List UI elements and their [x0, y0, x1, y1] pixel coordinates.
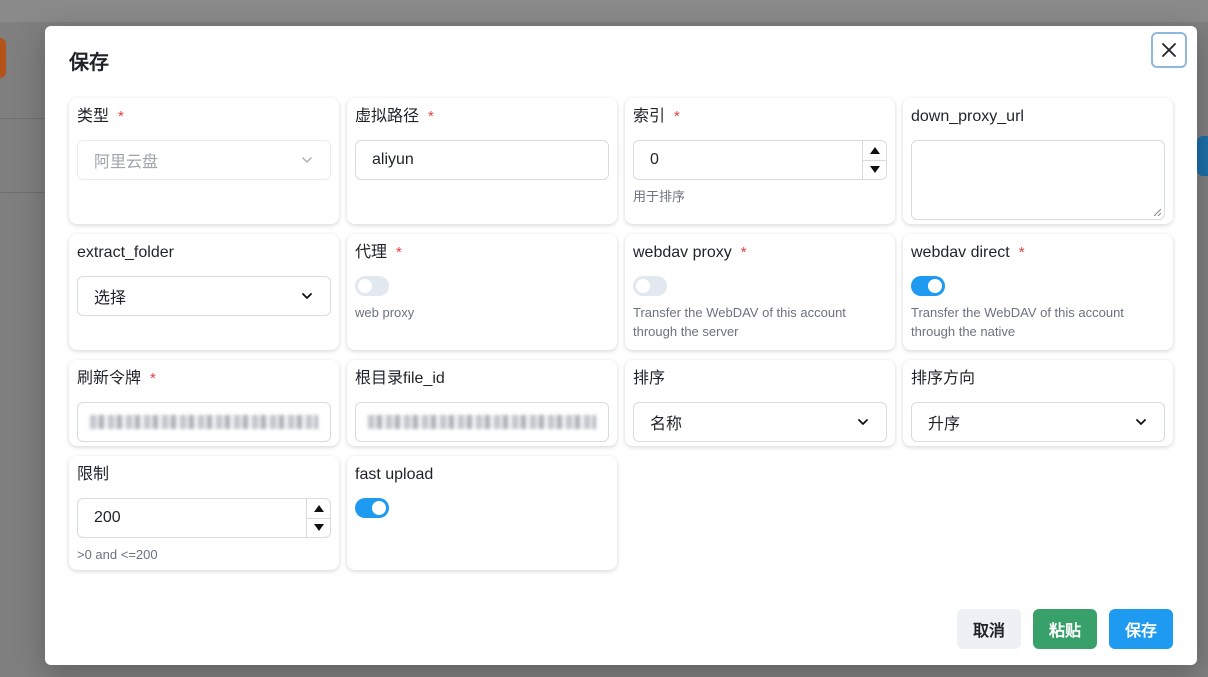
field-label: webdav proxy: [633, 244, 732, 261]
close-button[interactable]: [1151, 32, 1187, 68]
limit-number-input[interactable]: 200: [77, 498, 331, 538]
limit-stepper: [306, 499, 330, 537]
field-order-direction: 排序方向 升序: [903, 360, 1173, 446]
form-grid-row-3: 刷新令牌 * 根目录file_id 排序 名称 排序方向 升序: [69, 360, 1173, 446]
mount-path-value: aliyun: [372, 151, 414, 168]
caret-down-icon: [313, 524, 324, 532]
background-divider: [0, 118, 45, 119]
cancel-button[interactable]: 取消: [957, 609, 1021, 649]
order-by-select[interactable]: 名称: [633, 402, 887, 442]
field-label: 类型: [77, 108, 110, 125]
order-direction-select[interactable]: 升序: [911, 402, 1165, 442]
mount-path-input[interactable]: aliyun: [355, 140, 609, 180]
field-refresh-token: 刷新令牌 *: [69, 360, 339, 446]
resize-handle-icon[interactable]: [1153, 208, 1161, 216]
chevron-down-icon: [858, 419, 868, 425]
field-help: web proxy: [355, 305, 415, 320]
type-value: 阿里云盘: [94, 154, 159, 171]
form-grid-row-4: 限制 200 >0 and <=200 fast upload: [69, 456, 1173, 570]
field-root-folder-id: 根目录file_id: [347, 360, 617, 446]
caret-up-icon: [313, 504, 324, 512]
field-label: 排序方向: [911, 370, 976, 387]
index-value: 0: [650, 151, 659, 168]
field-label: webdav direct: [911, 244, 1010, 261]
background-orange-tab: [0, 38, 6, 78]
required-mark: *: [1018, 244, 1025, 261]
extract-folder-value: 选择: [94, 290, 127, 307]
index-number-input[interactable]: 0: [633, 140, 887, 180]
proxy-toggle[interactable]: [355, 276, 389, 296]
form-grid: 类型 * 阿里云盘 虚拟路径 * aliyun 索引 * 0 用于排序 down…: [69, 98, 1173, 224]
type-select: 阿里云盘: [77, 140, 331, 180]
field-webdav-proxy: webdav proxy * Transfer the WebDAV of thi…: [625, 234, 895, 350]
field-label: 根目录file_id: [355, 370, 445, 387]
order-by-value: 名称: [650, 416, 683, 433]
field-label: down_proxy_url: [911, 108, 1024, 125]
save-dialog: 保存 类型 * 阿里云盘 虚拟路径 * aliyun 索引 * 0 用于排序 d…: [45, 26, 1197, 665]
required-mark: *: [740, 244, 747, 261]
chevron-down-icon: [302, 293, 312, 299]
decrement-button[interactable]: [307, 519, 330, 538]
field-mount-path: 虚拟路径 * aliyun: [347, 98, 617, 224]
required-mark: *: [674, 108, 680, 125]
redacted-value: [90, 415, 318, 429]
background-divider: [0, 192, 45, 193]
field-label: fast upload: [355, 466, 434, 483]
field-type: 类型 * 阿里云盘: [69, 98, 339, 224]
field-fast-upload: fast upload: [347, 456, 617, 570]
required-mark: *: [396, 244, 402, 261]
field-label: 代理: [355, 244, 388, 261]
increment-button[interactable]: [863, 141, 886, 161]
redacted-value: [368, 415, 596, 429]
field-label: 虚拟路径: [355, 108, 420, 125]
toggle-knob: [636, 279, 650, 293]
field-down-proxy-url: down_proxy_url: [903, 98, 1173, 224]
background-blue-button: [1197, 136, 1208, 176]
field-extract-folder: extract_folder 选择: [69, 234, 339, 350]
webdav-proxy-toggle[interactable]: [633, 276, 667, 296]
required-mark: *: [428, 108, 434, 125]
limit-value: 200: [94, 509, 121, 526]
index-stepper: [862, 141, 886, 179]
chevron-down-icon: [1136, 419, 1146, 425]
field-help: 用于排序: [633, 189, 686, 204]
save-button[interactable]: 保存: [1109, 609, 1173, 649]
form-grid-row-2: extract_folder 选择 代理 * web proxy webdav p…: [69, 234, 1173, 350]
close-icon: [1162, 43, 1176, 57]
caret-down-icon: [869, 166, 880, 174]
fast-upload-toggle[interactable]: [355, 498, 389, 518]
field-webdav-direct: webdav direct * Transfer the WebDAV of th…: [903, 234, 1173, 350]
field-index: 索引 * 0 用于排序: [625, 98, 895, 224]
dialog-title: 保存: [69, 52, 109, 74]
toggle-knob: [358, 279, 372, 293]
required-mark: *: [118, 108, 124, 125]
caret-up-icon: [869, 146, 880, 154]
webdav-direct-toggle[interactable]: [911, 276, 945, 296]
order-direction-value: 升序: [928, 416, 961, 433]
field-help: Transfer the WebDAV of this account thro…: [633, 305, 846, 339]
extract-folder-select[interactable]: 选择: [77, 276, 331, 316]
field-label: 限制: [77, 466, 110, 483]
paste-button[interactable]: 粘贴: [1033, 609, 1097, 649]
root-folder-id-input[interactable]: [355, 402, 609, 442]
field-label: 索引: [633, 108, 666, 125]
chevron-down-icon: [302, 157, 312, 163]
field-label: 刷新令牌: [77, 370, 142, 387]
required-mark: *: [150, 370, 156, 387]
down-proxy-url-textarea[interactable]: [911, 140, 1165, 220]
field-limit: 限制 200 >0 and <=200: [69, 456, 339, 570]
field-help: Transfer the WebDAV of this account thro…: [911, 305, 1124, 339]
field-label: extract_folder: [77, 244, 174, 261]
field-proxy: 代理 * web proxy: [347, 234, 617, 350]
decrement-button[interactable]: [863, 161, 886, 180]
field-help: >0 and <=200: [77, 547, 158, 562]
increment-button[interactable]: [307, 499, 330, 519]
toggle-knob: [372, 501, 386, 515]
field-label: 排序: [633, 370, 666, 387]
refresh-token-input[interactable]: [77, 402, 331, 442]
background-topbar: [0, 0, 1208, 22]
field-order-by: 排序 名称: [625, 360, 895, 446]
toggle-knob: [928, 279, 942, 293]
